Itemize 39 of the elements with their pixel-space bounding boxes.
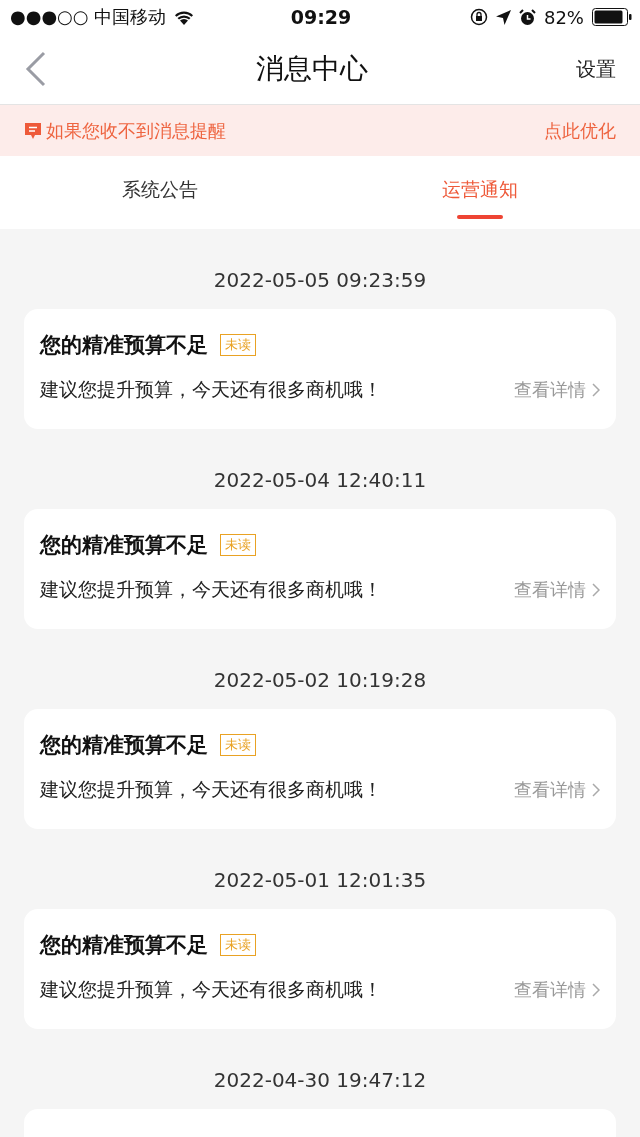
message-time: 2022-04-30 19:47:12 (213, 1068, 427, 1092)
message-icon (24, 121, 42, 140)
unread-tag: 未读 (220, 334, 256, 356)
message-time: 2022-05-01 12:01:35 (213, 868, 427, 892)
chevron-right-icon (592, 783, 600, 797)
chevron-right-icon (592, 983, 600, 997)
rotation-lock-icon (469, 8, 488, 26)
chevron-right-icon (592, 383, 600, 397)
message-card[interactable]: 您的精准预算不足 未读 建议您提升预算，今天还有很多商机哦！ 查看详情 (24, 509, 616, 629)
back-icon[interactable] (24, 51, 48, 87)
message-body: 建议您提升预算，今天还有很多商机哦！ (40, 777, 382, 802)
message-title: 您的精准预算不足 (40, 732, 208, 759)
location-arrow-icon (495, 9, 511, 25)
message-body: 建议您提升预算，今天还有很多商机哦！ (40, 577, 382, 602)
message-card[interactable]: 您的精准预算不足 未读 建议您提升预算，今天还有很多商机哦！ 查看详情 (24, 309, 616, 429)
carrier-label: ●●●○○ 中国移动 (10, 5, 167, 29)
battery-icon (592, 8, 632, 26)
message-title: 您的精准预算不足 (40, 532, 208, 559)
message-title: 您的精准预算不足 (40, 932, 208, 959)
status-time: 09:29 (290, 6, 352, 28)
battery-percent: 82% (543, 6, 584, 28)
message-card[interactable]: 您的精准预算不足 未读 建议您提升预算，今天还有很多商机哦！ 查看详情 (24, 909, 616, 1029)
settings-link[interactable]: 设置 (576, 55, 616, 83)
unread-tag: 未读 (220, 534, 256, 556)
unread-tag: 未读 (220, 934, 256, 956)
message-card[interactable]: 您的精准预算不足 未读 建议您提升预算，今天还有很多商机哦！ 查看详情 (24, 709, 616, 829)
notice-text: 如果您收不到消息提醒 (46, 118, 226, 143)
message-time: 2022-05-02 10:19:28 (213, 668, 427, 692)
message-title: 您的精准预算不足 (40, 332, 208, 359)
alarm-icon (518, 8, 536, 26)
unread-tag: 未读 (220, 734, 256, 756)
message-time: 2022-05-05 09:23:59 (213, 268, 427, 292)
message-time: 2022-05-04 12:40:11 (213, 468, 427, 492)
message-body: 建议您提升预算，今天还有很多商机哦！ (40, 977, 382, 1002)
message-body: 建议您提升预算，今天还有很多商机哦！ (40, 377, 382, 402)
tab[interactable]: 系统公告 (0, 156, 320, 229)
chevron-right-icon (592, 583, 600, 597)
page-title: 消息中心 (256, 51, 368, 87)
wifi-icon (174, 9, 195, 25)
